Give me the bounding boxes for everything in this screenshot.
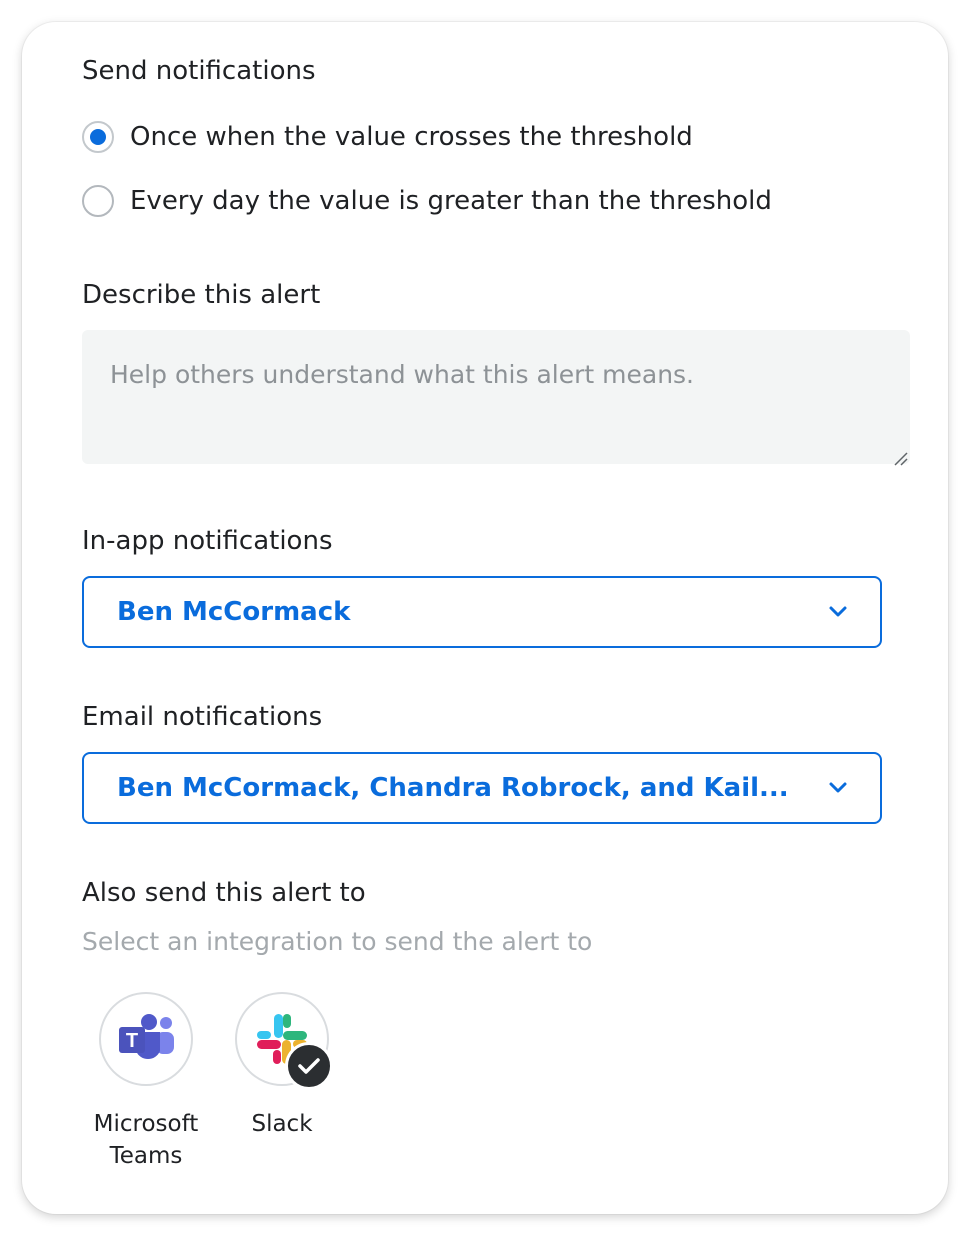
send-notifications-heading: Send notifications [82,56,316,86]
microsoft-teams-label: Microsoft Teams [93,1111,199,1169]
chevron-down-icon [829,782,847,793]
selected-check-badge [285,1042,333,1090]
microsoft-teams-icon: T [119,1014,174,1059]
checkmark-icon [298,1058,320,1074]
resize-handle-icon[interactable] [892,450,908,466]
in-app-recipients-select[interactable]: Ben McCormack [82,576,882,648]
radio-option-every-day[interactable]: Every day the value is greater than the … [82,185,772,217]
microsoft-teams-button[interactable]: T [99,992,193,1086]
email-notifications-heading: Email notifications [82,702,323,732]
in-app-selected-value: Ben McCormack [117,597,351,627]
in-app-notifications-heading: In-app notifications [82,526,333,556]
email-selected-value: Ben McCormack, Chandra Robrock, and Kail… [117,773,789,803]
also-send-heading: Also send this alert to [82,878,366,908]
radio-every-day-label: Every day the value is greater than the … [130,186,772,216]
integration-microsoft-teams[interactable]: T Microsoft Teams [71,992,221,1172]
svg-text:T: T [126,1030,138,1052]
integration-slack[interactable]: Slack [207,992,357,1140]
radio-every-day-button[interactable] [82,185,114,217]
alert-settings-card: Send notifications Once when the value c… [22,22,948,1214]
email-recipients-select[interactable]: Ben McCormack, Chandra Robrock, and Kail… [82,752,882,824]
describe-alert-heading: Describe this alert [82,280,321,310]
radio-once-button[interactable] [82,121,114,153]
chevron-down-icon [829,606,847,617]
integration-hint: Select an integration to send the alert … [82,927,593,956]
description-textarea[interactable] [82,330,910,464]
radio-option-once[interactable]: Once when the value crosses the threshol… [82,121,693,153]
description-field-wrapper [82,330,910,468]
radio-once-label: Once when the value crosses the threshol… [130,122,693,152]
slack-button[interactable] [235,992,333,1090]
slack-label: Slack [251,1111,313,1137]
